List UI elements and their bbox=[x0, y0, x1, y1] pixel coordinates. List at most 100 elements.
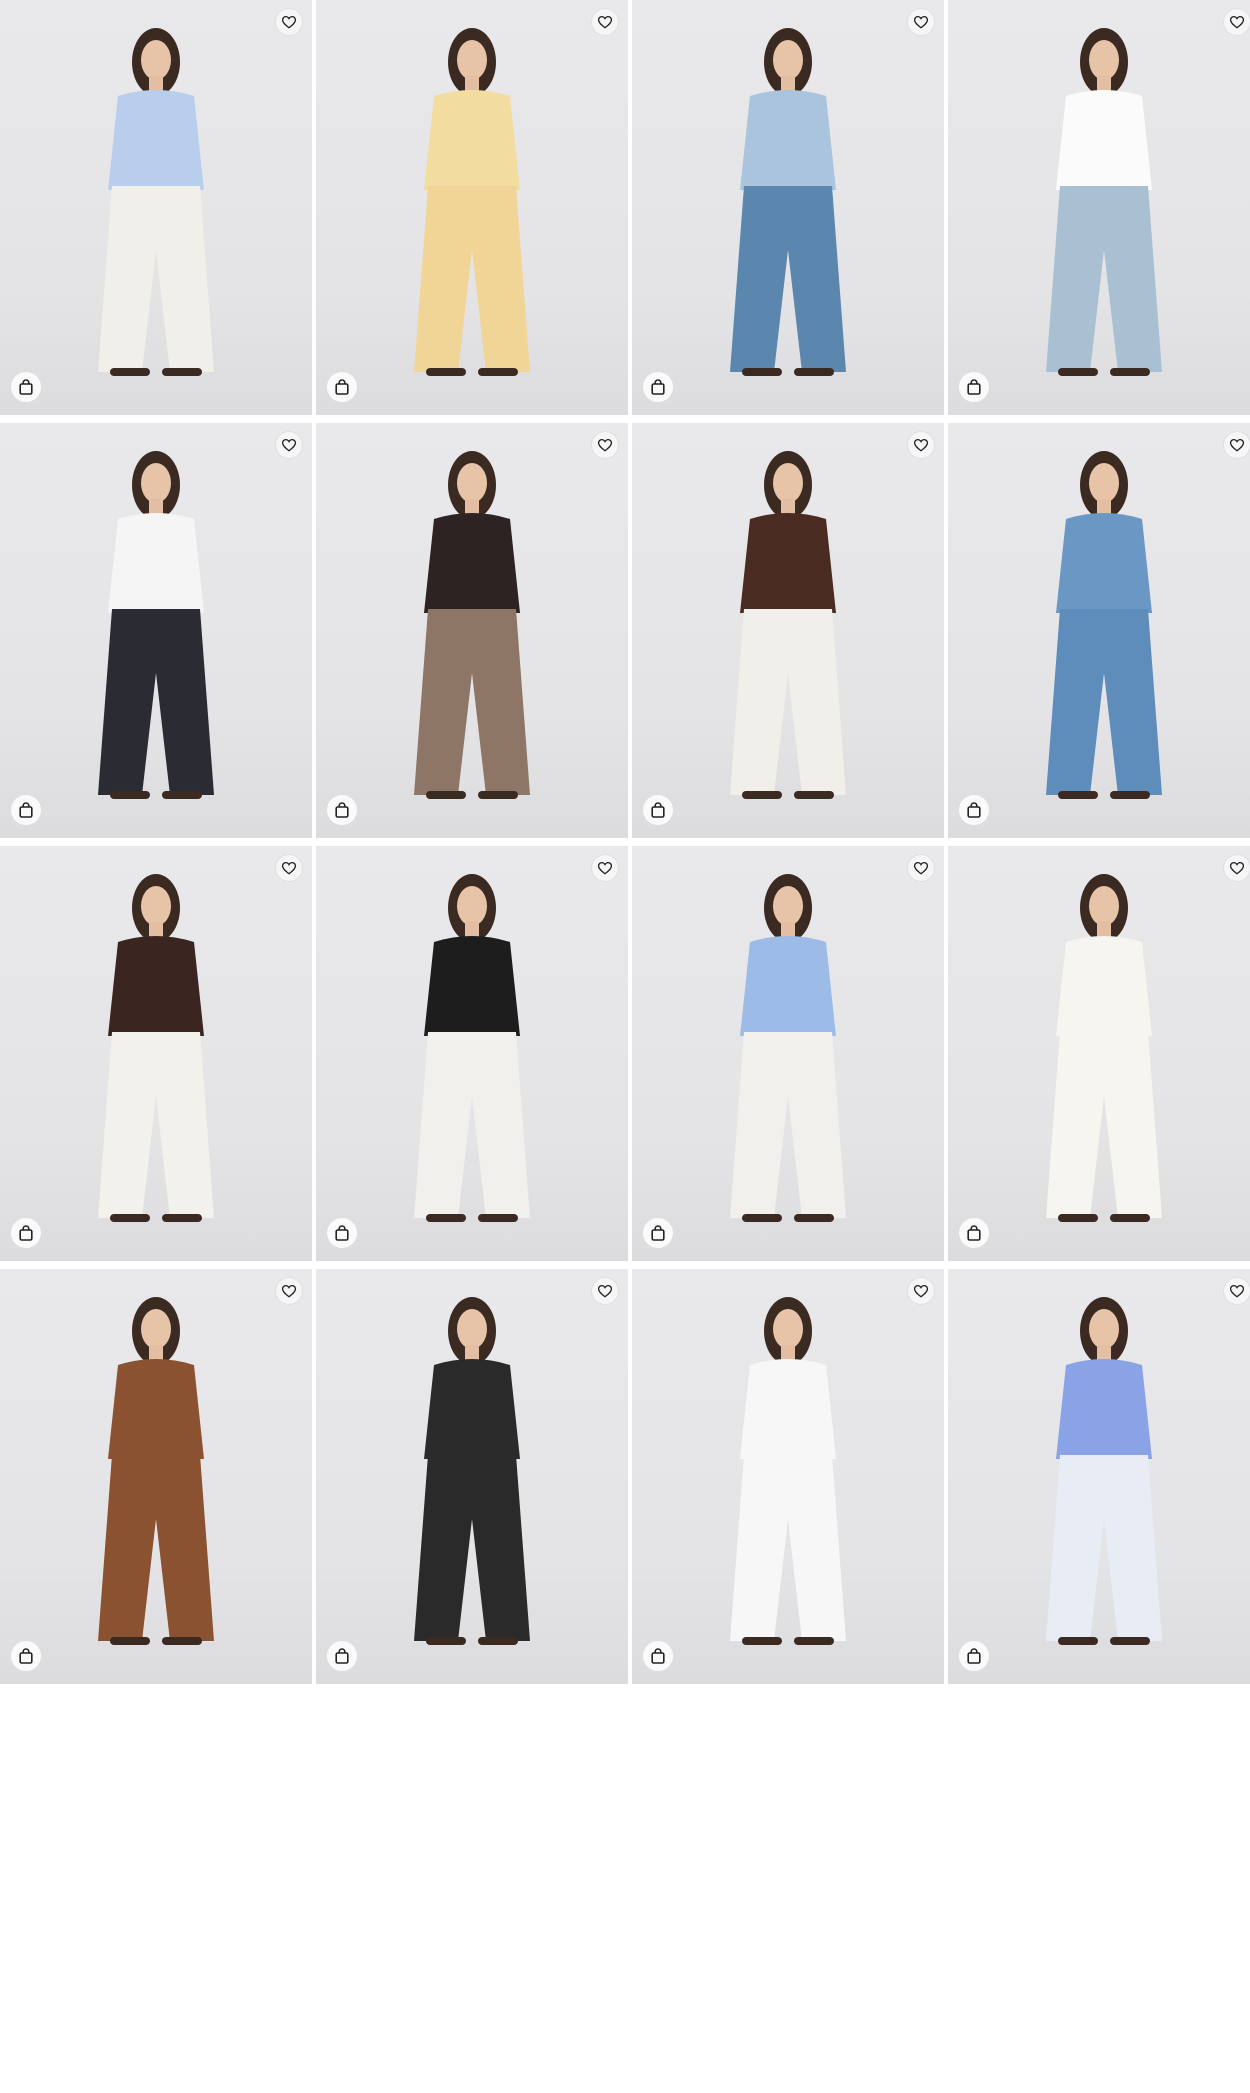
product-image[interactable] bbox=[632, 846, 944, 1261]
shopping-bag-icon bbox=[651, 1225, 665, 1241]
add-to-wishlist-button[interactable] bbox=[908, 432, 934, 458]
product-image[interactable] bbox=[0, 846, 312, 1261]
add-to-bag-button[interactable] bbox=[11, 372, 41, 402]
model-photo bbox=[730, 451, 846, 799]
product-card[interactable]: T-shirt regular z dekotem V ★★★★⯪ opinie… bbox=[0, 423, 312, 908]
add-to-wishlist-button[interactable] bbox=[1224, 432, 1250, 458]
model-photo bbox=[414, 1297, 530, 1645]
heart-icon bbox=[282, 861, 296, 875]
add-to-bag-button[interactable] bbox=[959, 1218, 989, 1248]
shopping-bag-icon bbox=[967, 1225, 981, 1241]
product-image[interactable] bbox=[0, 1269, 312, 1684]
product-card[interactable]: Marynarka z dodatkiem lnu 179,99 PLN Naj… bbox=[948, 846, 1250, 1316]
heart-icon bbox=[282, 438, 296, 452]
add-to-bag-button[interactable] bbox=[327, 795, 357, 825]
model-photo bbox=[414, 28, 530, 376]
product-image[interactable] bbox=[632, 0, 944, 415]
add-to-wishlist-button[interactable] bbox=[276, 9, 302, 35]
product-card[interactable] bbox=[316, 1269, 628, 1704]
shopping-bag-icon bbox=[335, 802, 349, 818]
shopping-bag-icon bbox=[967, 1648, 981, 1664]
heart-icon bbox=[914, 861, 928, 875]
add-to-bag-button[interactable] bbox=[327, 1641, 357, 1671]
add-to-bag-button[interactable] bbox=[643, 1641, 673, 1671]
shopping-bag-icon bbox=[335, 1648, 349, 1664]
add-to-wishlist-button[interactable] bbox=[908, 855, 934, 881]
heart-icon bbox=[598, 15, 612, 29]
lowest-price-info bbox=[2, 1694, 310, 1704]
add-to-bag-button[interactable] bbox=[643, 1218, 673, 1248]
add-to-wishlist-button[interactable] bbox=[1224, 9, 1250, 35]
model-photo bbox=[98, 874, 214, 1222]
product-image[interactable] bbox=[948, 0, 1250, 415]
shopping-bag-icon bbox=[335, 1225, 349, 1241]
add-to-bag-button[interactable] bbox=[959, 795, 989, 825]
heart-icon bbox=[598, 861, 612, 875]
model-photo bbox=[1046, 1297, 1162, 1645]
product-image[interactable] bbox=[0, 0, 312, 415]
model-photo bbox=[730, 874, 846, 1222]
product-card[interactable]: Koszula w kratę ★★★★★ opinie (9) 59,99 P… bbox=[632, 846, 944, 1331]
add-to-bag-button[interactable] bbox=[11, 1218, 41, 1248]
model-photo bbox=[730, 1297, 846, 1645]
add-to-wishlist-button[interactable] bbox=[1224, 855, 1250, 881]
product-image[interactable] bbox=[316, 0, 628, 415]
heart-icon bbox=[914, 15, 928, 29]
add-to-bag-button[interactable] bbox=[643, 372, 673, 402]
shopping-bag-icon bbox=[19, 379, 33, 395]
product-image[interactable] bbox=[632, 423, 944, 838]
model-photo bbox=[1046, 451, 1162, 799]
heart-icon bbox=[598, 1284, 612, 1298]
heart-icon bbox=[282, 15, 296, 29]
product-card[interactable] bbox=[948, 1269, 1250, 1704]
add-to-bag-button[interactable] bbox=[11, 795, 41, 825]
product-image[interactable] bbox=[0, 423, 312, 838]
heart-icon bbox=[1230, 438, 1244, 452]
product-image[interactable] bbox=[316, 846, 628, 1261]
add-to-wishlist-button[interactable] bbox=[592, 1278, 618, 1304]
add-to-wishlist-button[interactable] bbox=[276, 432, 302, 458]
product-image[interactable] bbox=[632, 1269, 944, 1684]
add-to-bag-button[interactable] bbox=[959, 1641, 989, 1671]
add-to-wishlist-button[interactable] bbox=[1224, 1278, 1250, 1304]
add-to-bag-button[interactable] bbox=[11, 1641, 41, 1671]
product-card[interactable] bbox=[632, 1269, 944, 1704]
product-image[interactable] bbox=[316, 423, 628, 838]
shopping-bag-icon bbox=[651, 802, 665, 818]
add-to-bag-button[interactable] bbox=[327, 372, 357, 402]
product-info bbox=[948, 1684, 1250, 1704]
product-card[interactable]: Bawełniany t-shirt z nadrukiem ★★★★★ opi… bbox=[948, 0, 1250, 485]
model-photo bbox=[414, 451, 530, 799]
add-to-wishlist-button[interactable] bbox=[276, 1278, 302, 1304]
add-to-wishlist-button[interactable] bbox=[908, 1278, 934, 1304]
product-image[interactable] bbox=[948, 1269, 1250, 1684]
product-card[interactable]: Wiskozowa bluzka z wiązaniem ★★★★⯪ opini… bbox=[0, 0, 312, 485]
product-info bbox=[316, 1684, 628, 1704]
add-to-wishlist-button[interactable] bbox=[592, 9, 618, 35]
shopping-bag-icon bbox=[651, 1648, 665, 1664]
product-image[interactable] bbox=[948, 846, 1250, 1261]
model-photo bbox=[414, 874, 530, 1222]
shopping-bag-icon bbox=[967, 802, 981, 818]
product-card[interactable] bbox=[0, 1269, 312, 1704]
add-to-wishlist-button[interactable] bbox=[908, 9, 934, 35]
model-photo bbox=[98, 451, 214, 799]
add-to-bag-button[interactable] bbox=[959, 372, 989, 402]
model-photo bbox=[98, 1297, 214, 1645]
add-to-bag-button[interactable] bbox=[327, 1218, 357, 1248]
product-card[interactable]: Sukienka midi z paskiem ★★★★⯪ opinie (95… bbox=[316, 0, 628, 485]
lowest-price-info bbox=[634, 1694, 942, 1704]
add-to-wishlist-button[interactable] bbox=[276, 855, 302, 881]
heart-icon bbox=[1230, 1284, 1244, 1298]
product-card[interactable]: Koszula z ażurowym wzorem ★★★★★ opinie (… bbox=[632, 423, 944, 908]
product-info bbox=[0, 1684, 312, 1704]
heart-icon bbox=[914, 1284, 928, 1298]
shopping-bag-icon bbox=[19, 802, 33, 818]
product-info bbox=[632, 1684, 944, 1704]
product-image[interactable] bbox=[316, 1269, 628, 1684]
add-to-wishlist-button[interactable] bbox=[592, 855, 618, 881]
shopping-bag-icon bbox=[335, 379, 349, 395]
add-to-bag-button[interactable] bbox=[643, 795, 673, 825]
add-to-wishlist-button[interactable] bbox=[592, 432, 618, 458]
product-image[interactable] bbox=[948, 423, 1250, 838]
